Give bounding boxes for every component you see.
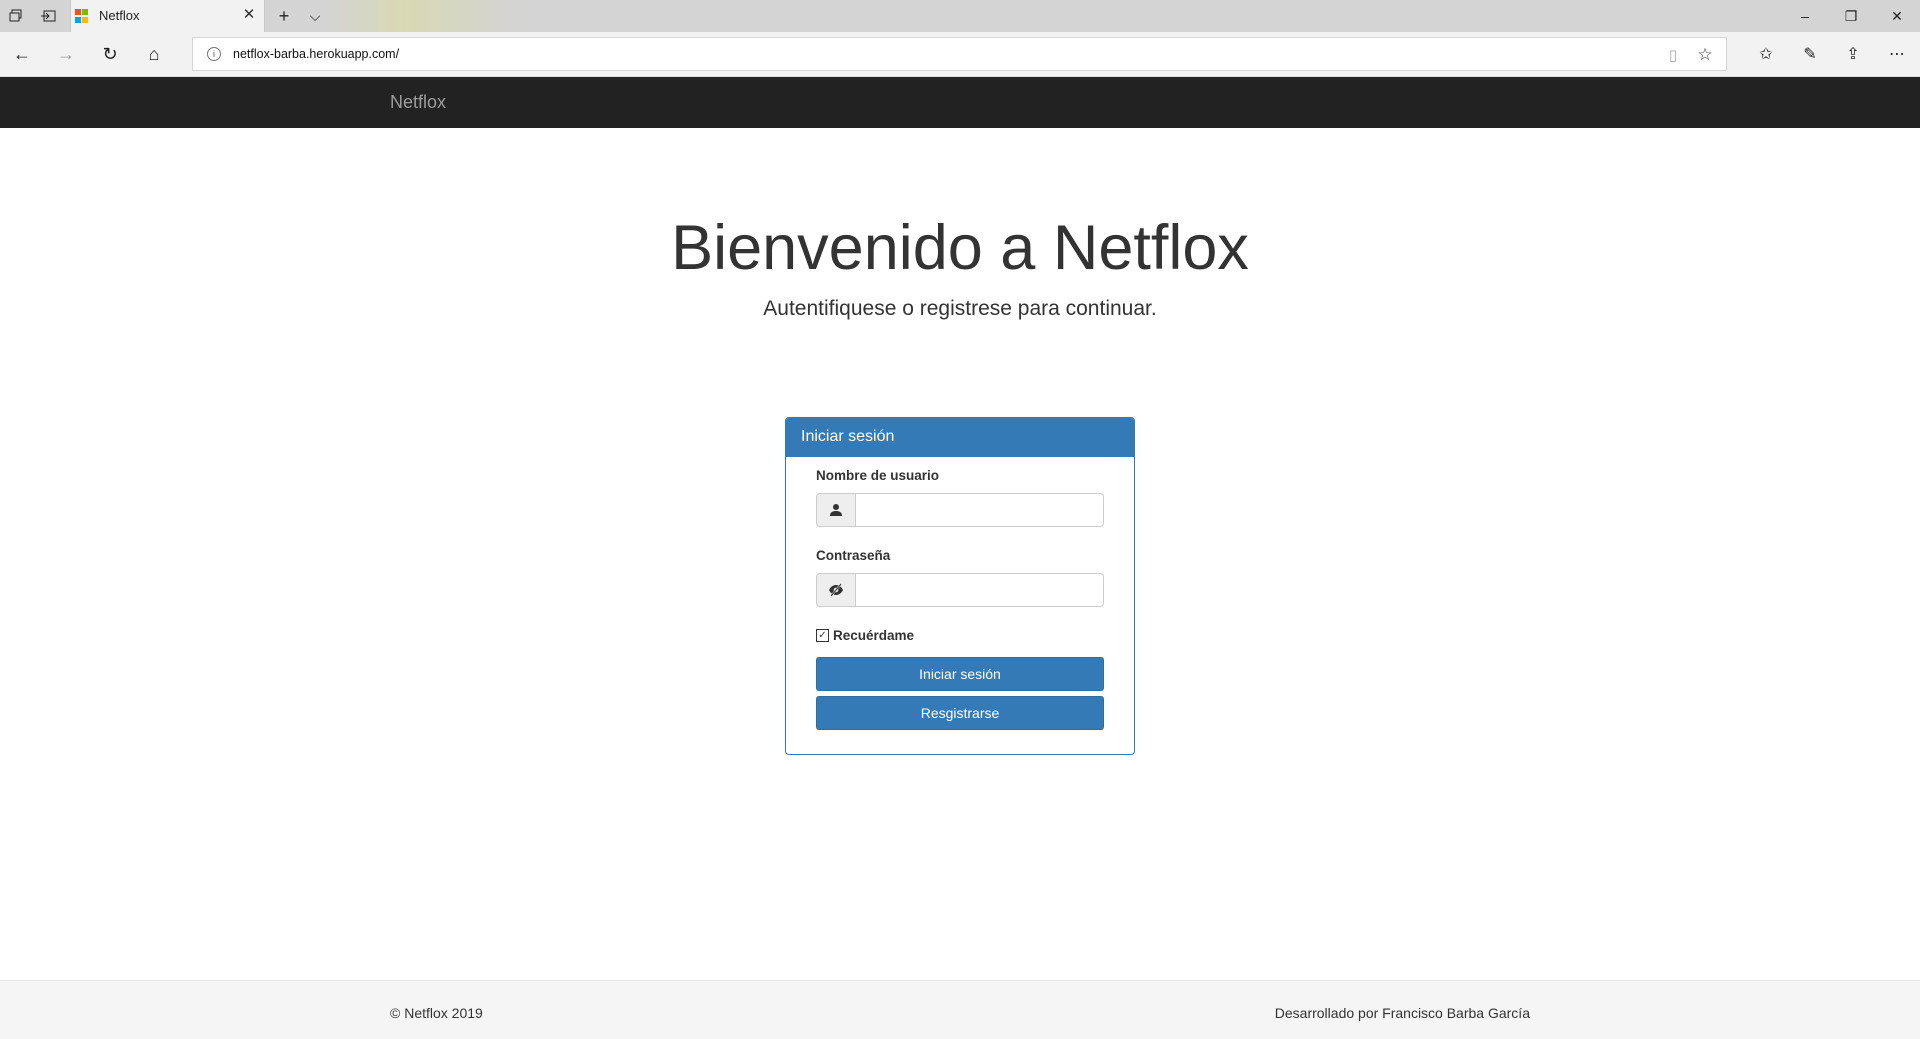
favorite-star-icon[interactable]: ☆ [1693, 44, 1717, 66]
favicon-icon [75, 9, 89, 23]
share-icon[interactable]: ⇪ [1835, 39, 1871, 69]
browser-tab[interactable]: Netflox ✕ [70, 0, 265, 32]
username-label: Nombre de usuario [816, 468, 940, 483]
pen-icon[interactable]: ✎ [1792, 39, 1828, 69]
page-subtitle: Autentifiquese o registrese para continu… [763, 297, 1157, 320]
credits-text: Desarrollado por Francisco Barba García [1274, 1005, 1530, 1021]
password-input[interactable] [855, 573, 1104, 607]
brand-link[interactable]: Netflox [390, 92, 446, 113]
register-button[interactable]: Resgistrarse [816, 696, 1104, 730]
more-icon[interactable]: ⋯ [1879, 39, 1915, 69]
password-label: Contraseña [816, 548, 891, 563]
username-input[interactable] [855, 493, 1104, 527]
user-icon [816, 493, 855, 527]
refresh-icon[interactable]: ↻ [94, 39, 126, 69]
password-input-group [816, 573, 1104, 607]
minimize-icon[interactable]: – [1782, 0, 1828, 32]
login-panel-heading: Iniciar sesión [786, 418, 1134, 457]
home-icon[interactable]: ⌂ [138, 39, 170, 69]
restore-icon[interactable]: ❐ [1828, 0, 1874, 32]
set-aside-tabs-icon[interactable] [32, 0, 64, 32]
remember-label[interactable]: Recuérdame [833, 628, 914, 643]
username-input-group [816, 493, 1104, 527]
back-icon[interactable]: ← [6, 39, 38, 69]
address-bar[interactable]: i netflox-barba.herokuapp.com/ ▯ ☆ [192, 37, 1727, 71]
site-navbar: Netflox [0, 77, 1920, 128]
login-button[interactable]: Iniciar sesión [816, 657, 1104, 691]
copyright-text: © Netflox 2019 [390, 1005, 483, 1021]
site-footer: © Netflox 2019 Desarrollado por Francisc… [0, 980, 1920, 1039]
tab-title: Netflox [99, 8, 140, 23]
remember-me: ✓ Recuérdame [816, 626, 1104, 644]
browser-toolbar: ← → ↻ ⌂ i netflox-barba.herokuapp.com/ ▯… [0, 32, 1920, 77]
browser-tab-bar: Netflox ✕ + ⌵ – ❐ ✕ [0, 0, 1920, 32]
new-tab-icon[interactable]: + [268, 0, 300, 32]
reading-view-icon[interactable]: ▯ [1661, 44, 1685, 66]
tab-list-icon[interactable]: ⌵ [299, 0, 331, 32]
close-tab-icon[interactable]: ✕ [240, 6, 258, 24]
login-panel: Iniciar sesión Nombre de usuario Contras… [785, 417, 1135, 755]
login-form: Nombre de usuario Contraseña ✓ Recuérdam… [816, 468, 1104, 730]
favorites-hub-icon[interactable]: ✩ [1748, 39, 1784, 69]
close-window-icon[interactable]: ✕ [1874, 0, 1920, 32]
tab-actions-icon[interactable] [0, 0, 32, 32]
page-title: Bienvenido a Netflox [671, 213, 1249, 283]
forward-icon[interactable]: → [50, 39, 82, 69]
url-text[interactable]: netflox-barba.herokuapp.com/ [233, 47, 399, 61]
site-info-icon[interactable]: i [207, 47, 221, 61]
remember-checkbox[interactable]: ✓ [816, 628, 829, 642]
eye-hidden-icon [816, 573, 855, 607]
